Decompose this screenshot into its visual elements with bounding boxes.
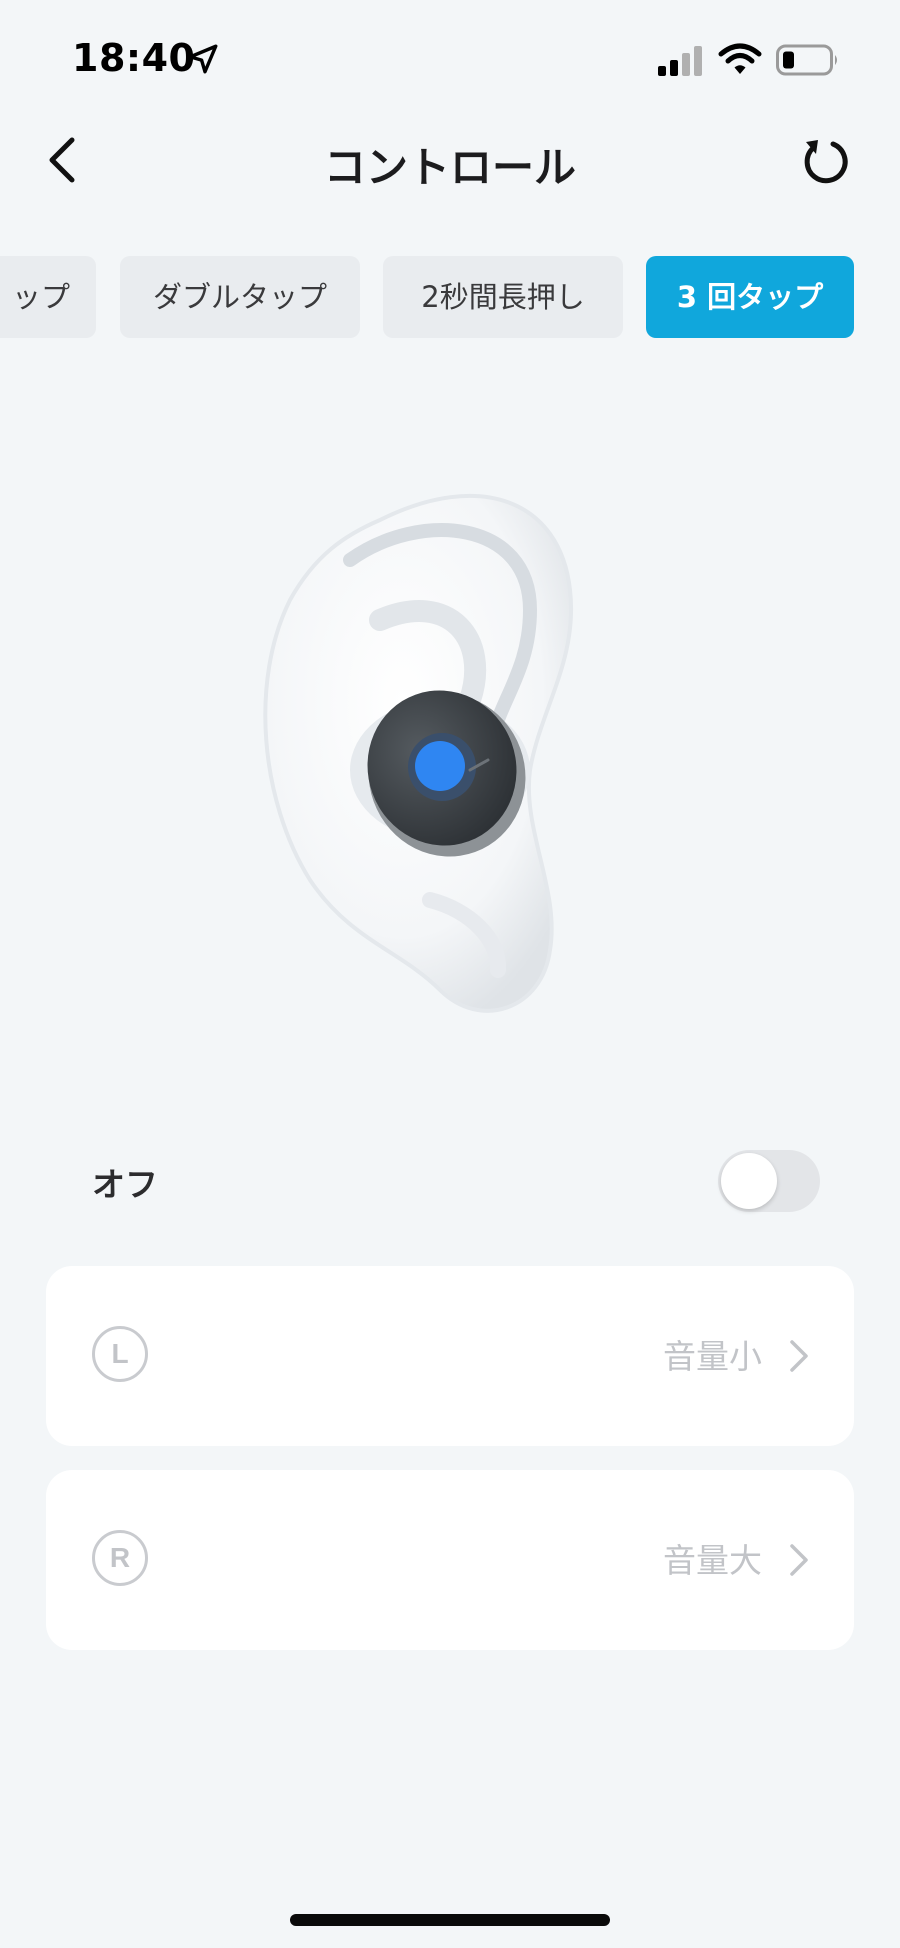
wifi-icon — [718, 43, 762, 74]
location-arrow-icon — [188, 44, 218, 74]
gesture-tabs: ップ ダブルタップ 2秒間長押し 3 回タップ — [0, 256, 900, 340]
right-side-badge: R — [92, 1530, 148, 1586]
left-side-badge: L — [92, 1326, 148, 1382]
tab-long-press[interactable]: 2秒間長押し — [383, 256, 623, 338]
status-time: 18:40 — [72, 36, 196, 80]
battery-icon — [776, 44, 837, 76]
toggle-knob — [721, 1153, 777, 1209]
signal-icon — [658, 46, 702, 76]
tab-double-tap[interactable]: ダブルタップ — [120, 256, 360, 338]
left-action-value: 音量小 — [663, 1337, 762, 1376]
home-indicator[interactable] — [290, 1914, 610, 1926]
tab-single-tap[interactable]: ップ — [0, 256, 96, 338]
left-earbud-control[interactable]: L 音量小 — [46, 1266, 854, 1446]
status-bar: 18:40 — [0, 0, 900, 110]
right-action-value: 音量大 — [663, 1541, 762, 1580]
chevron-right-icon — [790, 1544, 808, 1576]
page-title: コントロール — [323, 143, 576, 192]
nav-bar: コントロール — [0, 110, 900, 210]
tab-triple-tap[interactable]: 3 回タップ — [646, 256, 854, 338]
reset-icon[interactable] — [796, 132, 856, 192]
toggle-label: オフ — [92, 1165, 158, 1204]
chevron-right-icon — [790, 1340, 808, 1372]
earbud-in-ear-icon — [263, 494, 574, 1013]
enable-row: オフ — [0, 1140, 900, 1220]
right-earbud-control[interactable]: R 音量大 — [46, 1470, 854, 1650]
enable-toggle[interactable] — [718, 1150, 820, 1212]
